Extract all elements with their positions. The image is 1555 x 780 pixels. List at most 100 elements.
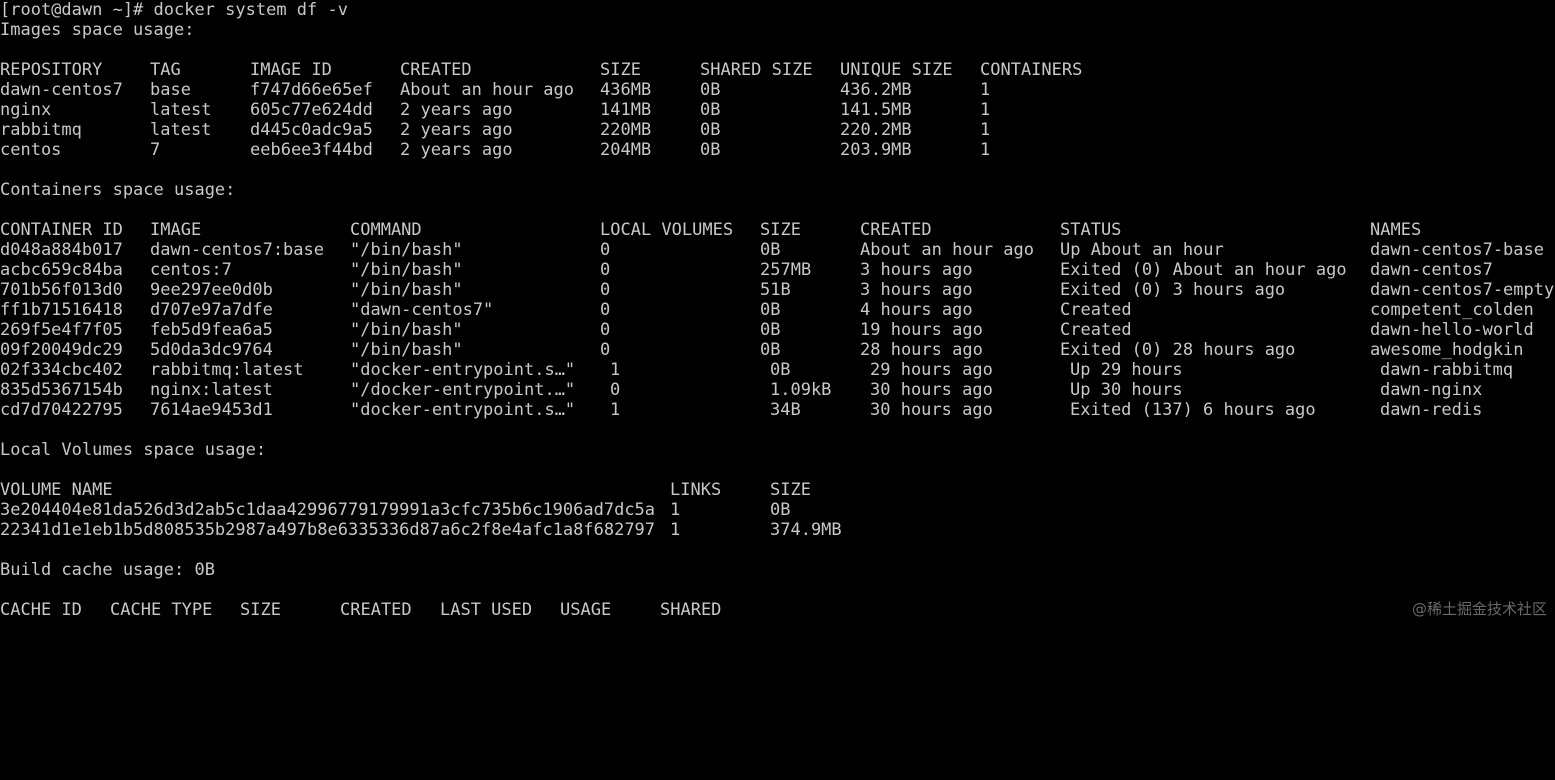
container-id: 701b56f013d0 — [0, 280, 123, 300]
containers-row: ff1b71516418 d707e97a7dfe "dawn-centos7"… — [0, 300, 1555, 320]
container-names: dawn-centos7 — [1370, 260, 1493, 280]
container-created: 4 hours ago — [860, 300, 973, 320]
image-repository: rabbitmq — [0, 120, 82, 140]
volume-size: 0B — [770, 500, 791, 520]
container-command: "docker-entrypoint.s…" — [350, 360, 576, 380]
images-col-unique-size: UNIQUE SIZE — [840, 60, 953, 80]
volume-size: 374.9MB — [770, 520, 842, 540]
volumes-col-size: SIZE — [770, 480, 811, 500]
container-command: "/bin/bash" — [350, 280, 463, 300]
cache-col-shared: SHARED — [660, 600, 722, 620]
images-row: dawn-centos7 base f747d66e65ef About an … — [0, 80, 1555, 100]
image-tag: latest — [150, 120, 212, 140]
volumes-header-row: VOLUME NAME LINKS SIZE — [0, 480, 1555, 500]
build-cache-line: Build cache usage: 0B — [0, 560, 215, 580]
image-tag: 7 — [150, 140, 161, 160]
container-local-volumes: 0 — [600, 340, 611, 360]
image-tag: latest — [150, 100, 212, 120]
image-repository: nginx — [0, 100, 52, 120]
images-col-repository: REPOSITORY — [0, 60, 103, 80]
container-image: 7614ae9453d1 — [150, 400, 273, 420]
container-local-volumes: 0 — [600, 260, 611, 280]
volumes-col-volume-name: VOLUME NAME — [0, 480, 113, 500]
container-size: 0B — [770, 360, 791, 380]
containers-row: 02f334cbc402 rabbitmq:latest "docker-ent… — [0, 360, 1555, 380]
container-names: dawn-centos7-base — [1370, 240, 1544, 260]
container-local-volumes: 0 — [610, 380, 621, 400]
images-col-shared-size: SHARED SIZE — [700, 60, 813, 80]
container-command: "/bin/bash" — [350, 260, 463, 280]
container-image: dawn-centos7:base — [150, 240, 324, 260]
containers-row: acbc659c84ba centos:7 "/bin/bash" 0 257M… — [0, 260, 1555, 280]
images-col-created: CREATED — [400, 60, 472, 80]
volumes-col-links: LINKS — [670, 480, 722, 500]
container-command: "/bin/bash" — [350, 240, 463, 260]
containers-row: 835d5367154b nginx:latest "/docker-entry… — [0, 380, 1555, 400]
container-image: nginx:latest — [150, 380, 273, 400]
container-local-volumes: 1 — [610, 360, 621, 380]
container-names: awesome_hodgkin — [1370, 340, 1524, 360]
image-id: f747d66e65ef — [250, 80, 373, 100]
container-image: rabbitmq:latest — [150, 360, 304, 380]
volume-links: 1 — [670, 500, 681, 520]
container-status: Exited (0) About an hour ago — [1060, 260, 1347, 280]
container-size: 0B — [760, 240, 781, 260]
images-header-row: REPOSITORY TAG IMAGE ID CREATED SIZE SHA… — [0, 60, 1555, 80]
container-id: 09f20049dc29 — [0, 340, 123, 360]
image-tag: base — [150, 80, 191, 100]
container-image: 5d0da3dc9764 — [150, 340, 273, 360]
container-image: feb5d9fea6a5 — [150, 320, 273, 340]
container-status: Exited (137) 6 hours ago — [1070, 400, 1316, 420]
images-row: nginx latest 605c77e624dd 2 years ago 14… — [0, 100, 1555, 120]
image-shared-size: 0B — [700, 120, 721, 140]
container-size: 1.09kB — [770, 380, 832, 400]
cache-col-last-used: LAST USED — [440, 600, 533, 620]
container-image: centos:7 — [150, 260, 232, 280]
container-created: 30 hours ago — [870, 380, 993, 400]
container-created: 3 hours ago — [860, 260, 973, 280]
container-id: cd7d70422795 — [0, 400, 123, 420]
image-id: eeb6ee3f44bd — [250, 140, 373, 160]
image-unique-size: 141.5MB — [840, 100, 912, 120]
containers-row: cd7d70422795 7614ae9453d1 "docker-entryp… — [0, 400, 1555, 420]
image-created: 2 years ago — [400, 100, 513, 120]
image-id: 605c77e624dd — [250, 100, 373, 120]
image-unique-size: 203.9MB — [840, 140, 912, 160]
container-command: "/docker-entrypoint.…" — [350, 380, 576, 400]
volumes-row: 3e204404e81da526d3d2ab5c1daa429967791799… — [0, 500, 1555, 520]
container-local-volumes: 0 — [600, 280, 611, 300]
container-local-volumes: 0 — [600, 240, 611, 260]
container-status: Up About an hour — [1060, 240, 1224, 260]
image-size: 220MB — [600, 120, 652, 140]
images-col-image-id: IMAGE ID — [250, 60, 332, 80]
container-created: 3 hours ago — [860, 280, 973, 300]
container-names: dawn-nginx — [1380, 380, 1483, 400]
container-id: ff1b71516418 — [0, 300, 123, 320]
cache-header-row: CACHE ID CACHE TYPE SIZE CREATED LAST US… — [0, 600, 1555, 620]
image-unique-size: 220.2MB — [840, 120, 912, 140]
cache-col-cache-type: CACHE TYPE — [110, 600, 213, 620]
prompt-line: [root@dawn ~]# docker system df -v — [0, 0, 348, 20]
container-status: Exited (0) 3 hours ago — [1060, 280, 1286, 300]
image-containers: 1 — [980, 140, 991, 160]
containers-section-title: Containers space usage: — [0, 180, 236, 200]
images-col-tag: TAG — [150, 60, 181, 80]
container-command: "/bin/bash" — [350, 320, 463, 340]
container-id: 02f334cbc402 — [0, 360, 123, 380]
image-shared-size: 0B — [700, 100, 721, 120]
image-containers: 1 — [980, 80, 991, 100]
volume-name: 22341d1e1eb1b5d808535b2987a497b8e6335336… — [0, 520, 656, 540]
containers-col-status: STATUS — [1060, 220, 1122, 240]
image-id: d445c0adc9a5 — [250, 120, 373, 140]
container-names: dawn-rabbitmq — [1380, 360, 1514, 380]
container-status: Exited (0) 28 hours ago — [1060, 340, 1296, 360]
terminal-window[interactable]: [root@dawn ~]# docker system df -v Image… — [0, 0, 1555, 625]
containers-col-image: IMAGE — [150, 220, 202, 240]
image-size: 436MB — [600, 80, 652, 100]
volume-name: 3e204404e81da526d3d2ab5c1daa429967791799… — [0, 500, 656, 520]
container-names: dawn-redis — [1380, 400, 1483, 420]
images-section-title: Images space usage: — [0, 20, 195, 40]
container-size: 0B — [760, 300, 781, 320]
image-containers: 1 — [980, 100, 991, 120]
volumes-section-title: Local Volumes space usage: — [0, 440, 267, 460]
